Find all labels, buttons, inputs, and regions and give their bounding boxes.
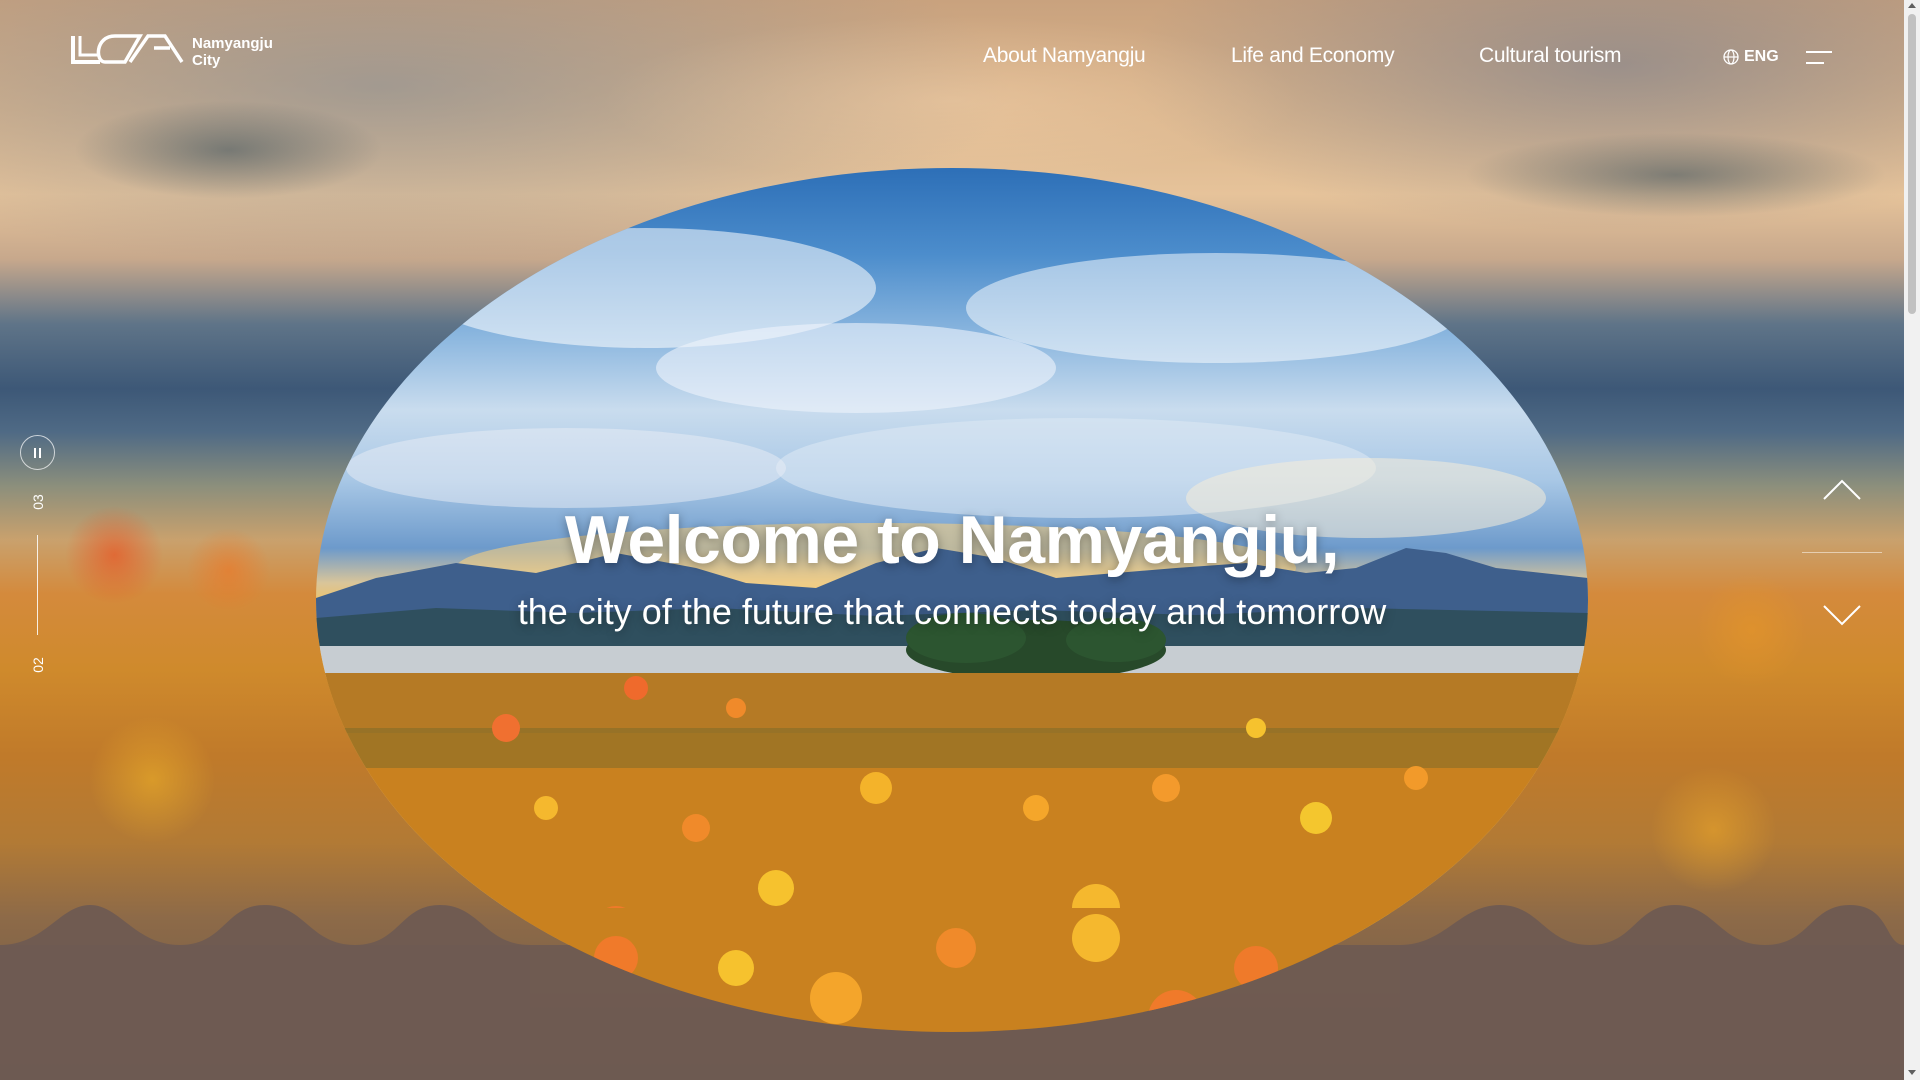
pause-icon-bar-right [39,447,41,458]
chevron-up-icon[interactable] [1822,478,1862,502]
pause-icon-bar-left [34,447,36,458]
globe-icon [1723,49,1739,65]
logo-text-line1: Namyangju [192,35,273,52]
site-logo[interactable]: Namyangju City [70,32,273,72]
site-header: Namyangju City About Namyangju Life and … [0,0,1904,120]
nav-link-life-economy[interactable]: Life and Economy [1231,44,1395,68]
slide-progress-line [37,535,38,635]
page-scrollbar[interactable] [1904,0,1920,1080]
hero-caption: Welcome to Namyangju, the city of the fu… [316,500,1588,634]
nav-item-about[interactable]: About Namyangju [983,44,1146,68]
slider-pause-button[interactable] [20,435,55,470]
nav-item-life-economy[interactable]: Life and Economy [1231,44,1395,68]
logo-text: Namyangju City [192,35,273,69]
slide-counter-total: 02 [30,657,46,673]
bottom-wave [0,905,1904,1080]
scroll-thumb[interactable] [1908,14,1916,314]
nav-link-about[interactable]: About Namyangju [983,44,1146,68]
logo-text-line2: City [192,52,221,69]
nav-item-cultural-tourism[interactable]: Cultural tourism [1479,44,1622,68]
language-selector[interactable]: ENG [1723,48,1779,66]
scroll-up-arrow-icon[interactable] [1908,3,1916,8]
chevron-down-icon[interactable] [1822,603,1862,627]
scroll-down-arrow-icon[interactable] [1908,1070,1916,1075]
nav-link-cultural-tourism[interactable]: Cultural tourism [1479,44,1622,68]
namyangju-logo-icon [71,34,184,64]
arrow-divider [1802,552,1882,553]
slide-counter-current: 03 [30,494,46,510]
language-label: ENG [1744,48,1779,65]
hamburger-menu-icon[interactable] [1806,50,1832,66]
hero-title: Welcome to Namyangju, [564,502,1340,578]
hero-subtitle: the city of the future that connects tod… [517,591,1387,632]
